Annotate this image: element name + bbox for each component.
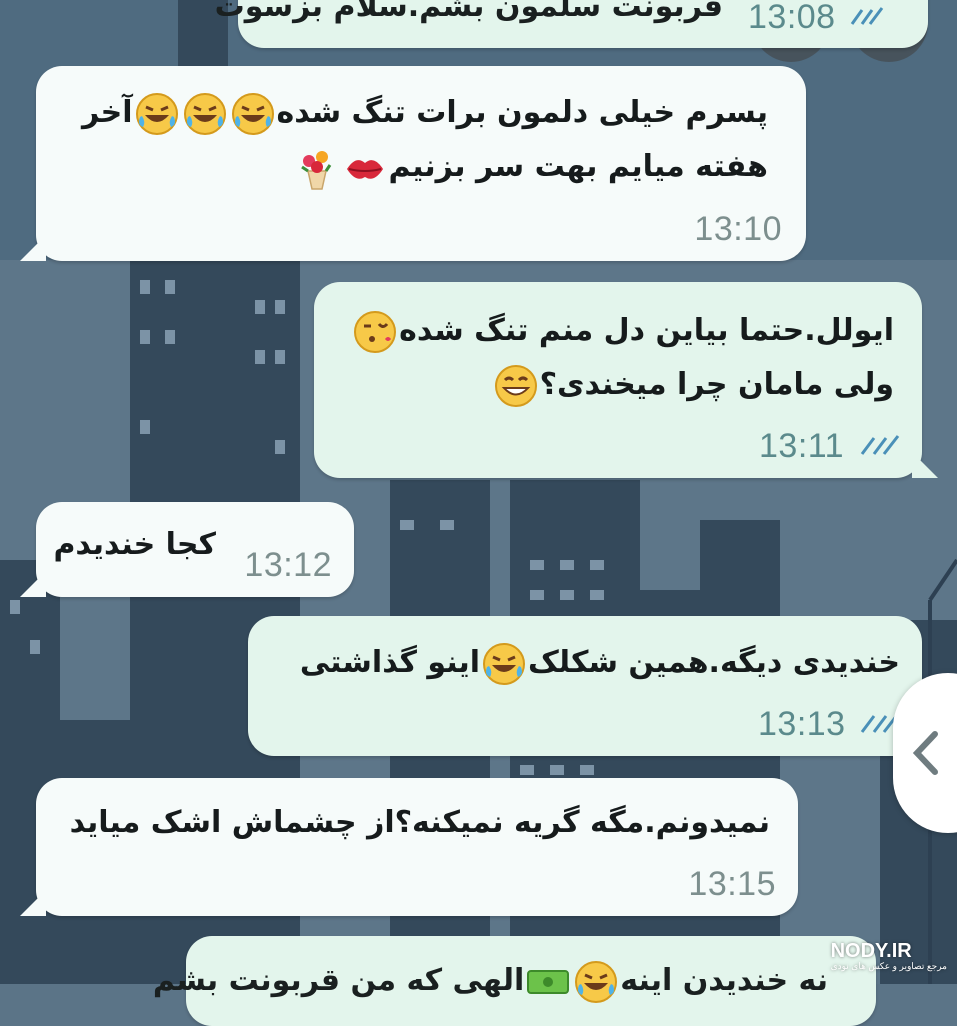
message-text: کجا خندیدم [53, 527, 216, 562]
message-line: خندیدی دیگه.همین شکلک [528, 645, 900, 680]
emoji-laugh [480, 642, 528, 685]
message-line: ایولل.حتما بیاین دل منم تنگ شده [399, 313, 894, 348]
previous-image-button[interactable] [893, 673, 957, 833]
message-time: 13:10 [694, 210, 782, 248]
message-bubble-incoming[interactable]: نمیدونم.مگه گریه نمیکنه؟از چشماش اشک میا… [20, 778, 798, 916]
message-line: ولی مامان چرا میخندی؟ [539, 367, 894, 402]
read-ticks-icon [850, 7, 884, 25]
message-bubble-outgoing[interactable]: ایولل.حتما بیاین دل منم تنگ شده ولی ماما… [314, 282, 938, 478]
chevron-left-icon [912, 731, 938, 775]
message-text: ایولل.حتما بیاین دل منم تنگ شده ولی ماما… [351, 304, 894, 412]
message-bubble-incoming[interactable]: پسرم خیلی دلمون برات تنگ شده آخر هفته میا… [20, 66, 806, 261]
emoji-lips-flowers [293, 149, 389, 190]
message-time: 13:15 [688, 865, 776, 903]
message-line-tail: آخر [81, 95, 133, 130]
message-line: پسرم خیلی دلمون برات تنگ شده [276, 95, 768, 130]
message-text: نمیدونم.مگه گریه نمیکنه؟از چشماش اشک میا… [69, 805, 770, 840]
message-text: نه خندیدن اینه الهی که من قربونت بشم [153, 954, 828, 1008]
watermark-subtitle: مرجع تصاویر و عکس های نودی [830, 961, 947, 971]
message-bubble-outgoing[interactable]: قربونت سلمون بشم.سلام بزسوت 13:08 [215, 0, 928, 48]
read-ticks-icon [860, 435, 900, 455]
message-line: نه خندیدن اینه [620, 963, 828, 998]
message-time: 13:13 [758, 705, 846, 743]
emoji-grin [492, 364, 540, 407]
watermark: NODY.IR مرجع تصاویر و عکس های نودی [831, 940, 947, 972]
message-bubble-outgoing[interactable]: نه خندیدن اینه الهی که من قربونت بشم [153, 936, 876, 1026]
emoji-laugh-money [524, 960, 620, 1003]
message-bubble-outgoing[interactable]: خندیدی دیگه.همین شکلک اینو گذاشتی 13:13 [248, 616, 938, 756]
message-bubble-incoming[interactable]: کجا خندیدم 13:12 [20, 502, 354, 597]
message-line: هفته میایم بهت سر بزنیم [388, 149, 768, 184]
message-line: اینو گذاشتی [299, 645, 481, 680]
message-text: خندیدی دیگه.همین شکلک اینو گذاشتی [300, 636, 900, 690]
emoji-laugh [133, 92, 277, 135]
emoji-kiss [351, 310, 399, 353]
message-time: 13:12 [244, 546, 332, 584]
watermark-title: NODY.IR [830, 940, 912, 962]
message-time: 13:08 [748, 0, 836, 36]
message-text: پسرم خیلی دلمون برات تنگ شده آخر هفته میا… [82, 86, 768, 194]
message-time: 13:11 [759, 427, 845, 465]
message-text: قربونت سلمون بشم.سلام بزسوت [214, 0, 723, 24]
message-line: الهی که من قربونت بشم [152, 963, 525, 998]
